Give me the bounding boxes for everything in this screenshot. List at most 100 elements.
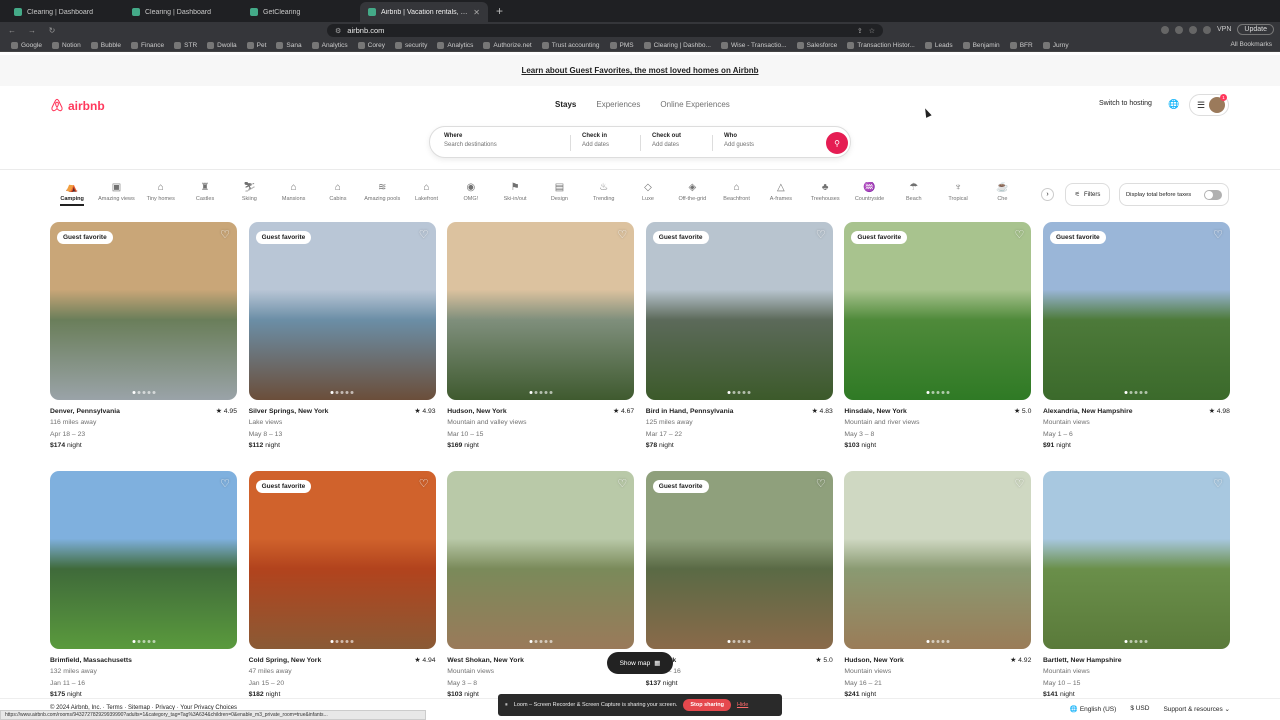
bookmark-item[interactable]: Authorize.net [478, 41, 536, 49]
bookmark-item[interactable]: Salesforce [792, 41, 843, 49]
bookmark-item[interactable]: Leads [920, 41, 958, 49]
bookmark-item[interactable]: Finance [126, 41, 169, 49]
category-item-che[interactable]: ☕ Che [980, 182, 1024, 210]
category-item-ski-in-out[interactable]: ⚑ Ski-in/out [493, 182, 537, 210]
heart-icon[interactable]: ♡ [419, 477, 429, 490]
extension-icon[interactable] [1161, 25, 1170, 34]
category-item-tiny-homes[interactable]: ⌂ Tiny homes [139, 182, 183, 210]
category-item-treehouses[interactable]: ♣ Treehouses [803, 182, 847, 210]
search-who[interactable]: Who Add guests [724, 133, 754, 148]
bookmark-item[interactable]: PMS [605, 41, 639, 49]
stop-sharing-button[interactable]: Stop sharing [683, 699, 731, 711]
category-item-skiing[interactable]: ⛷ Skiing [227, 182, 271, 210]
who-input[interactable]: Add guests [724, 142, 754, 148]
browser-tab[interactable]: Airbnb | Vacation rentals, cab ✕ [360, 2, 488, 22]
listing-card[interactable]: Guest favorite ♡ Alexandria, New Hampshi… [1042, 222, 1230, 471]
listing-card[interactable]: ♡ Hudson, New York ★ 4.67 Mountain and v… [447, 222, 635, 471]
bookmark-item[interactable]: BFR [1005, 41, 1038, 49]
heart-icon[interactable]: ♡ [1213, 477, 1223, 490]
close-tab-icon[interactable]: ✕ [473, 8, 480, 17]
hide-button[interactable]: Hide [737, 702, 748, 708]
bookmark-item[interactable]: security [390, 41, 432, 49]
bookmark-item[interactable]: Corey [353, 41, 390, 49]
support-resources-button[interactable]: Support & resources ⌄ [1163, 705, 1230, 713]
category-item-tropical[interactable]: ♆ Tropical [936, 182, 980, 210]
bookmark-item[interactable]: STR [169, 41, 202, 49]
guest-favorites-link[interactable]: Learn about Guest Favorites, the most lo… [521, 66, 758, 75]
show-map-button[interactable]: Show map ▦ [607, 652, 673, 674]
listing-card[interactable]: Guest favorite ♡ Denver, Pennsylvania ★ … [50, 222, 237, 471]
heart-icon[interactable]: ♡ [816, 477, 826, 490]
listing-photo[interactable]: ♡ [447, 471, 635, 649]
listing-photo[interactable]: Guest favorite ♡ [248, 222, 436, 400]
category-item-trending[interactable]: ♨ Trending [582, 182, 626, 210]
listing-photo[interactable]: Guest favorite ♡ [50, 222, 237, 400]
listing-photo[interactable]: Guest favorite ♡ [248, 471, 436, 649]
heart-icon[interactable]: ♡ [220, 228, 230, 241]
heart-icon[interactable]: ♡ [1015, 477, 1025, 490]
category-item-amazing-pools[interactable]: ≋ Amazing pools [360, 182, 404, 210]
extension-icon[interactable] [1189, 25, 1198, 34]
reload-icon[interactable]: ↻ [46, 26, 58, 35]
category-next-button[interactable]: › [1041, 188, 1054, 201]
user-menu-button[interactable]: ☰ 1 [1189, 94, 1229, 116]
bookmark-item[interactable]: Analytics [432, 41, 478, 49]
search-button[interactable]: ⚲ [826, 132, 848, 154]
all-bookmarks-button[interactable]: All Bookmarks [1230, 41, 1272, 48]
vpn-button[interactable]: VPN [1217, 26, 1231, 33]
listing-photo[interactable]: ♡ [844, 471, 1032, 649]
category-item-cabins[interactable]: ⌂ Cabins [316, 182, 360, 210]
category-item-camping[interactable]: ⛺ Camping [50, 182, 94, 210]
bookmark-item[interactable]: Bubble [86, 41, 126, 49]
bookmark-item[interactable]: Sana [271, 41, 306, 49]
checkin-input[interactable]: Add dates [582, 142, 609, 148]
heart-icon[interactable]: ♡ [1213, 228, 1223, 241]
extension-icon[interactable] [1175, 25, 1184, 34]
address-bar[interactable]: ⚙ airbnb.com ⇪ ☆ [327, 24, 883, 37]
site-info-icon[interactable]: ⚙ [335, 27, 341, 35]
new-tab-button[interactable]: + [488, 2, 511, 22]
listing-photo[interactable]: Guest favorite ♡ [645, 222, 833, 400]
browser-tab[interactable]: Clearing | Dashboard [6, 2, 124, 22]
globe-icon[interactable]: 🌐 [1168, 99, 1179, 110]
category-item-design[interactable]: ▤ Design [537, 182, 581, 210]
listing-card[interactable]: ♡ Brimfield, Massachusetts 132 miles awa… [50, 471, 237, 720]
heart-icon[interactable]: ♡ [617, 228, 627, 241]
search-where[interactable]: Where Search destinations [444, 133, 497, 148]
bookmark-item[interactable]: Trust accounting [537, 41, 605, 49]
browser-tab[interactable]: GetClearing [242, 2, 360, 22]
bookmark-item[interactable]: Analytics [307, 41, 353, 49]
category-item-off-the-grid[interactable]: ◈ Off-the-grid [670, 182, 714, 210]
category-item-countryside[interactable]: ♒ Countryside [847, 182, 891, 210]
tab-experiences[interactable]: Experiences [596, 100, 640, 109]
bookmark-item[interactable]: Wise - Transactio... [716, 41, 792, 49]
heart-icon[interactable]: ♡ [419, 228, 429, 241]
category-item-omg[interactable]: ◉ OMG! [449, 182, 493, 210]
listing-card[interactable]: ♡ Hudson, New York ★ 4.92 Mountain views… [844, 471, 1032, 720]
extension-icon[interactable] [1203, 25, 1212, 34]
language-button[interactable]: 🌐 English (US) [1070, 705, 1116, 713]
where-input[interactable]: Search destinations [444, 142, 497, 148]
heart-icon[interactable]: ♡ [816, 228, 826, 241]
star-icon[interactable]: ☆ [869, 27, 875, 35]
bookmark-item[interactable]: Clearing | Dashbo... [639, 41, 716, 49]
currency-button[interactable]: $ USD [1130, 705, 1149, 713]
listing-card[interactable]: Guest favorite ♡ New York ★ 5.0 Jan 11 –… [645, 471, 833, 720]
heart-icon[interactable]: ♡ [1015, 228, 1025, 241]
bookmark-item[interactable]: Dwolla [202, 41, 242, 49]
switch-to-hosting-link[interactable]: Switch to hosting [1099, 100, 1152, 107]
tab-stays[interactable]: Stays [555, 100, 576, 109]
airbnb-logo[interactable]: airbnb [50, 98, 105, 113]
share-icon[interactable]: ⇪ [857, 27, 863, 35]
listing-photo[interactable]: ♡ [1042, 471, 1230, 649]
bookmark-item[interactable]: Notion [47, 41, 86, 49]
listing-card[interactable]: ♡ Bartlett, New Hampshire Mountain views… [1042, 471, 1230, 720]
category-item-a-frames[interactable]: △ A-frames [759, 182, 803, 210]
back-icon[interactable]: ← [6, 26, 18, 35]
category-item-beachfront[interactable]: ⌂ Beachfront [714, 182, 758, 210]
forward-icon[interactable]: → [26, 26, 38, 35]
bookmark-item[interactable]: Google [6, 41, 47, 49]
bookmark-item[interactable]: Transaction Histor... [842, 41, 920, 49]
display-total-toggle-row[interactable]: Display total before taxes [1119, 183, 1229, 206]
category-item-luxe[interactable]: ◇ Luxe [626, 182, 670, 210]
